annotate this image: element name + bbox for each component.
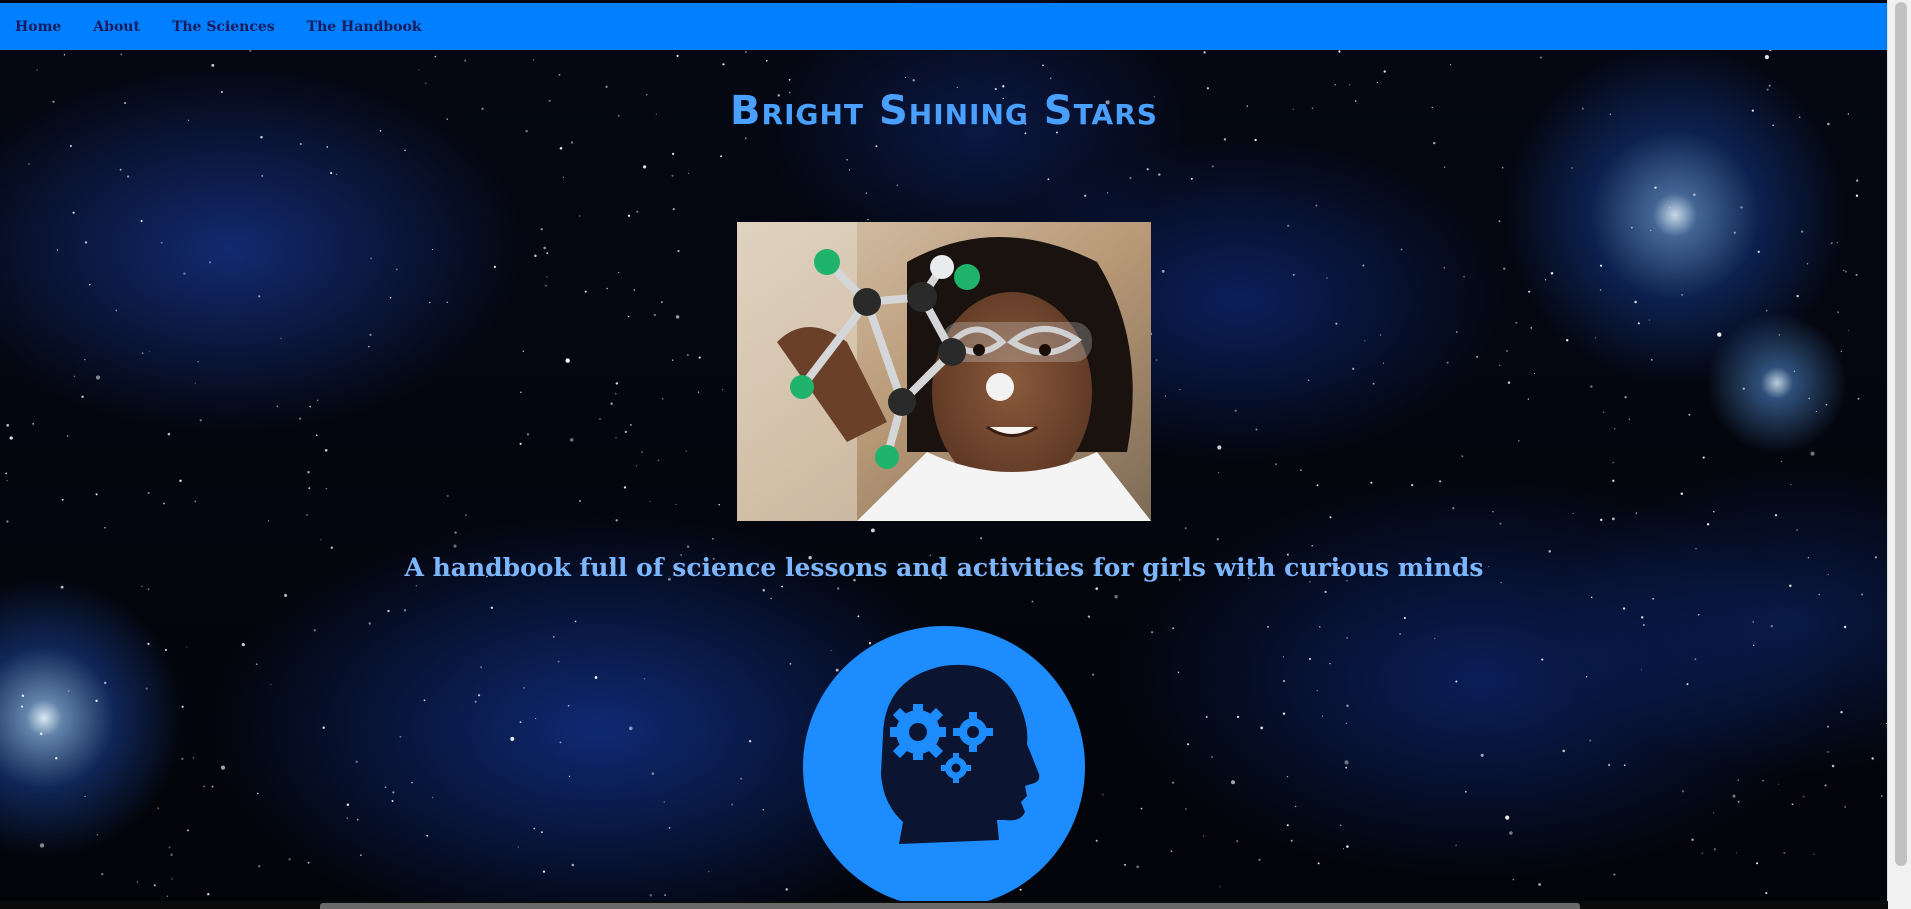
scrollbar-thumb[interactable] [1895, 2, 1907, 866]
nav-about[interactable]: About [77, 3, 156, 50]
vertical-scrollbar[interactable] [1887, 0, 1911, 909]
nav-the-sciences[interactable]: The Sciences [156, 3, 291, 50]
top-navbar: Home About The Sciences The Handbook [0, 3, 1888, 50]
page: Home About The Sciences The Handbook Bri… [0, 0, 1911, 909]
taskbar-strip [320, 903, 1580, 909]
page-title: Bright Shining Stars [730, 88, 1158, 134]
taskbar [0, 901, 1888, 909]
head-with-gears-icon [803, 626, 1086, 909]
nav-home[interactable]: Home [0, 3, 77, 50]
girl-with-molecule-model-photo [737, 222, 1151, 521]
nav-the-handbook[interactable]: The Handbook [291, 3, 438, 50]
tagline: A handbook full of science lessons and a… [404, 553, 1484, 582]
